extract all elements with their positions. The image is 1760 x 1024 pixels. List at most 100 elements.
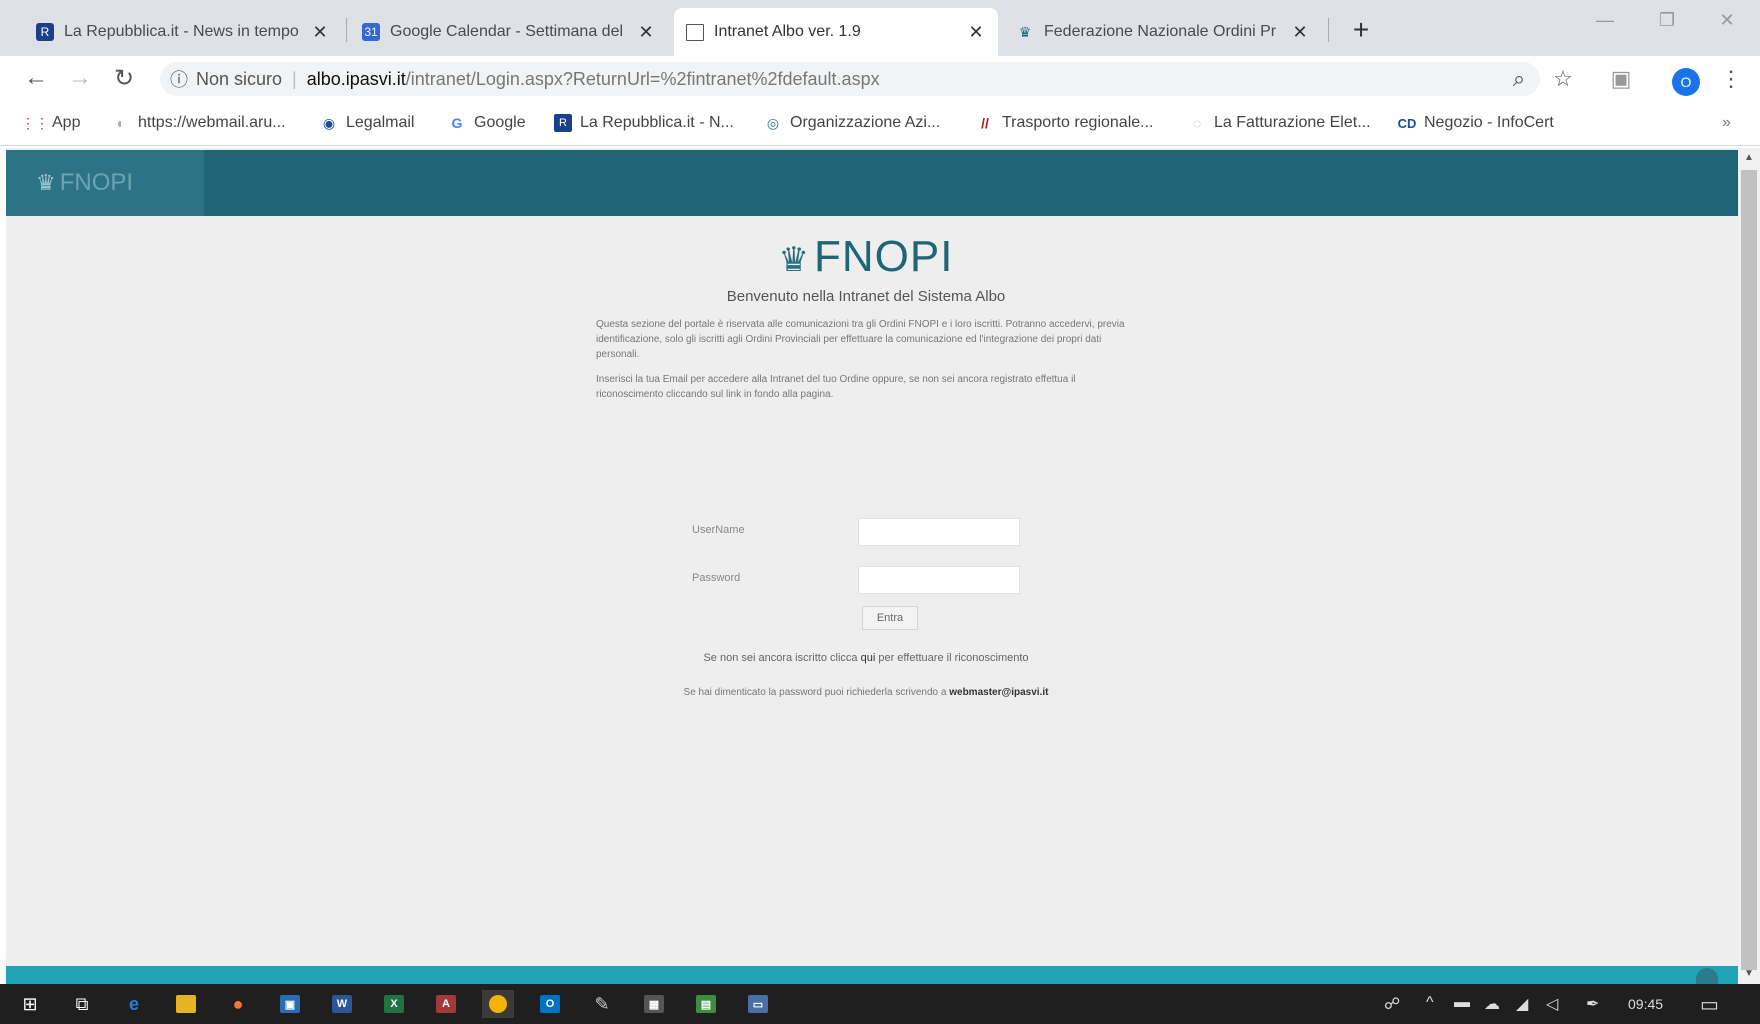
bookmark-label: La Repubblica.it - N... xyxy=(580,114,734,131)
tab-intranet-albo[interactable]: Intranet Albo ver. 1.9 ✕ xyxy=(674,8,998,56)
register-link[interactable]: qui xyxy=(861,652,876,664)
show-hidden-icons-chevron-icon[interactable]: ^ xyxy=(1426,994,1434,1012)
windows-taskbar: ⊞ ⧉ e ● ▣ W X A O ✎ ▦ ▤ ▭ ☍ ^ ▬ ☁ ◢ ◁ ✒ … xyxy=(0,984,1760,1024)
back-arrow-icon[interactable]: ← xyxy=(20,64,52,92)
password-label: Password xyxy=(692,572,741,584)
minimize-icon[interactable]: — xyxy=(1590,10,1620,31)
info-icon[interactable]: ⓘ xyxy=(170,66,188,92)
bookmark-repubblica[interactable]: R La Repubblica.it - N... xyxy=(554,114,734,132)
tab-separator xyxy=(346,18,347,42)
username-input[interactable] xyxy=(858,518,1020,546)
password-reset-line: Se hai dimenticato la password puoi rich… xyxy=(596,687,1136,698)
browser-toolbar: ← → ↻ ⓘ Non sicuro | albo.ipasvi.it /int… xyxy=(0,56,1760,102)
instructions-paragraph: Inserisci la tua Email per accedere alla… xyxy=(596,374,1076,400)
bookmark-organizzazione[interactable]: ◎ Organizzazione Azi... xyxy=(764,114,940,132)
notepad-icon[interactable]: ▤ xyxy=(690,990,722,1018)
extension-icon[interactable]: ▣ xyxy=(1606,66,1636,92)
restore-icon[interactable]: ❐ xyxy=(1652,10,1682,31)
brand-text: FNOPI xyxy=(814,232,954,281)
bookmark-label: Negozio - InfoCert xyxy=(1424,114,1554,131)
organization-icon: ◎ xyxy=(766,114,780,131)
header-logo-text: FNOPI xyxy=(59,169,134,196)
security-status: Non sicuro xyxy=(196,68,283,89)
close-icon[interactable]: ✕ xyxy=(966,22,986,43)
remote-desktop-icon[interactable]: ▣ xyxy=(274,990,306,1018)
bookmark-trasporto[interactable]: // Trasporto regionale... xyxy=(976,114,1153,132)
password-input[interactable] xyxy=(858,566,1020,594)
address-bar[interactable]: ⓘ Non sicuro | albo.ipasvi.it /intranet/… xyxy=(160,62,1540,96)
zoom-icon[interactable]: ⌕ xyxy=(1504,66,1534,92)
close-icon[interactable]: ✕ xyxy=(310,22,330,43)
invoice-icon: ◌ xyxy=(1192,115,1202,131)
tab-title: Google Calendar - Settimana del xyxy=(390,23,624,40)
menu-kebab-icon[interactable]: ⋮ xyxy=(1716,66,1746,92)
bookmark-infocert[interactable]: CD Negozio - InfoCert xyxy=(1398,114,1554,132)
login-button[interactable]: Entra xyxy=(862,606,918,630)
chrome-icon[interactable] xyxy=(482,990,514,1018)
password-row: Password xyxy=(596,566,1136,596)
new-tab-icon[interactable]: + xyxy=(1346,14,1376,46)
scroll-to-top-button[interactable] xyxy=(1696,968,1718,984)
calendar-icon: 31 xyxy=(362,23,380,41)
volume-icon[interactable]: ◁ xyxy=(1546,994,1558,1014)
page-scrollbar[interactable]: ▲ ▼ xyxy=(1738,148,1760,984)
tab-repubblica[interactable]: R La Repubblica.it - News in tempo ✕ xyxy=(24,8,342,56)
close-icon[interactable]: ✕ xyxy=(1290,22,1310,43)
scroll-down-arrow-icon[interactable]: ▼ xyxy=(1738,968,1760,979)
paint-icon[interactable]: ✎ xyxy=(586,990,618,1018)
file-explorer-icon[interactable] xyxy=(170,990,202,1018)
bookmark-fatturazione[interactable]: ◌ La Fatturazione Elet... xyxy=(1188,114,1371,132)
windows-start-icon[interactable]: ⊞ xyxy=(14,990,46,1018)
window-close-icon[interactable]: ✕ xyxy=(1712,10,1742,31)
calculator-icon[interactable]: ▦ xyxy=(638,990,670,1018)
train-icon: // xyxy=(981,115,989,131)
taskbar-clock[interactable]: 09:45 xyxy=(1628,996,1663,1012)
bookmark-star-icon[interactable]: ☆ xyxy=(1548,66,1578,92)
bookmark-label: Legalmail xyxy=(346,114,415,131)
pen-icon[interactable]: ✒ xyxy=(1586,994,1599,1014)
firefox-icon[interactable]: ● xyxy=(222,990,254,1018)
header-logo[interactable]: ♛ FNOPI xyxy=(6,150,204,216)
bookmark-webmail[interactable]: ◐ https://webmail.aru... xyxy=(112,114,286,132)
battery-icon[interactable]: ▬ xyxy=(1454,994,1470,1012)
scrollbar-thumb[interactable] xyxy=(1741,170,1757,970)
bookmark-label: La Fatturazione Elet... xyxy=(1214,114,1371,131)
bookmark-label: Google xyxy=(474,114,526,131)
bookmarks-overflow-icon[interactable]: » xyxy=(1722,114,1731,132)
username-row: UserName xyxy=(596,518,1136,548)
brand-logo: ♛FNOPI xyxy=(596,232,1136,284)
action-center-icon[interactable]: ▭ xyxy=(1700,992,1719,1017)
bookmark-google[interactable]: G Google xyxy=(448,114,526,132)
reload-icon[interactable]: ↻ xyxy=(108,64,140,93)
google-icon: G xyxy=(451,115,463,131)
tab-title: Intranet Albo ver. 1.9 xyxy=(714,23,861,40)
word-icon[interactable]: W xyxy=(326,990,358,1018)
bookmark-legalmail[interactable]: ◉ Legalmail xyxy=(320,114,415,132)
access-icon[interactable]: A xyxy=(430,990,462,1018)
outlook-icon[interactable]: O xyxy=(534,990,566,1018)
apps-grid-icon: ⋮⋮ xyxy=(21,114,49,131)
site-header: ♛ FNOPI xyxy=(6,150,1738,216)
forward-arrow-icon[interactable]: → xyxy=(64,64,96,92)
infocert-icon: CD xyxy=(1397,115,1417,131)
close-icon[interactable]: ✕ xyxy=(636,22,656,43)
reset-prefix: Se hai dimenticato la password puoi rich… xyxy=(683,687,950,698)
page-footer xyxy=(6,966,1738,984)
network-icon[interactable]: ◢ xyxy=(1516,994,1528,1014)
task-view-icon[interactable]: ⧉ xyxy=(66,990,98,1018)
edge-icon[interactable]: e xyxy=(118,990,150,1018)
scroll-up-arrow-icon[interactable]: ▲ xyxy=(1738,152,1760,163)
people-icon[interactable]: ☍ xyxy=(1384,994,1400,1014)
repubblica-icon: R xyxy=(554,114,572,132)
window-app-icon[interactable]: ▭ xyxy=(742,990,774,1018)
bookmark-apps[interactable]: ⋮⋮ App xyxy=(21,114,80,132)
onedrive-icon[interactable]: ☁ xyxy=(1484,994,1500,1014)
excel-icon[interactable]: X xyxy=(378,990,410,1018)
tab-google-calendar[interactable]: 31 Google Calendar - Settimana del ✕ xyxy=(350,8,668,56)
fnopi-logo-icon: ♛ xyxy=(36,170,56,195)
page-viewport: ♛ FNOPI ♛FNOPI Benvenuto nella Intranet … xyxy=(6,148,1738,984)
profile-avatar[interactable]: O xyxy=(1672,68,1700,96)
webmaster-email-link[interactable]: webmaster@ipasvi.it xyxy=(949,687,1048,698)
browser-tab-bar: R La Repubblica.it - News in tempo ✕ 31 … xyxy=(0,0,1760,56)
tab-fnopi[interactable]: ♛ Federazione Nazionale Ordini Pr ✕ xyxy=(1004,8,1322,56)
